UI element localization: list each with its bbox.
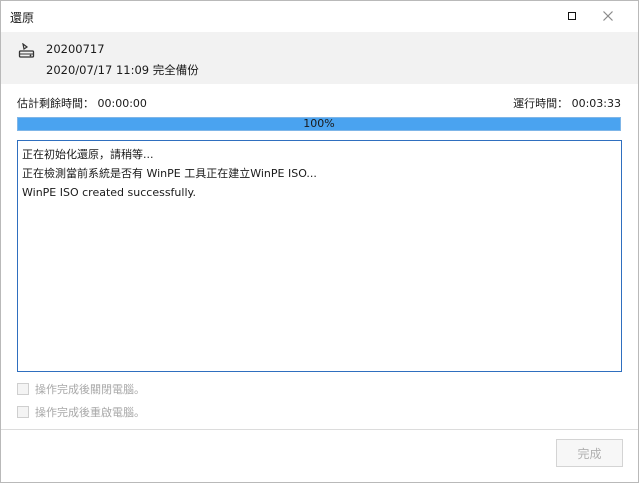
window-title: 還原 bbox=[10, 11, 35, 25]
maximize-button[interactable] bbox=[561, 6, 583, 26]
elapsed-time: 運行時間： 00:03:33 bbox=[513, 95, 621, 111]
restore-dialog: 還原 20200717 2020/07/17 11:09 完全備份 估計剩餘時間… bbox=[0, 0, 639, 483]
log-output[interactable]: 正在初始化還原，請稍等... 正在檢測當前系統是否有 WinPE 工具正在建立W… bbox=[17, 140, 622, 372]
progress-bar: 100% bbox=[17, 117, 621, 131]
close-icon bbox=[603, 11, 613, 21]
title-bar: 還原 bbox=[1, 1, 638, 32]
close-button[interactable] bbox=[597, 6, 619, 26]
estimated-time-value: 00:00:00 bbox=[97, 97, 147, 110]
disk-icon bbox=[18, 43, 35, 58]
restart-option[interactable]: 操作完成後重啟電腦。 bbox=[17, 404, 145, 420]
elapsed-time-value: 00:03:33 bbox=[571, 97, 621, 110]
log-line: 正在初始化還原，請稍等... bbox=[22, 148, 154, 161]
maximize-icon bbox=[568, 12, 576, 20]
log-line: WinPE ISO created successfully. bbox=[22, 186, 196, 199]
finish-button[interactable]: 完成 bbox=[556, 439, 623, 467]
restart-label: 操作完成後重啟電腦。 bbox=[35, 406, 145, 419]
backup-info-bar: 20200717 2020/07/17 11:09 完全備份 bbox=[1, 32, 638, 84]
restart-checkbox[interactable] bbox=[17, 406, 29, 418]
progress-text: 100% bbox=[303, 117, 335, 130]
footer-divider bbox=[1, 429, 638, 430]
shutdown-option[interactable]: 操作完成後關閉電腦。 bbox=[17, 381, 145, 397]
log-line: 正在檢測當前系統是否有 WinPE 工具正在建立WinPE ISO... bbox=[22, 167, 317, 180]
shutdown-checkbox[interactable] bbox=[17, 383, 29, 395]
backup-description: 2020/07/17 11:09 完全備份 bbox=[46, 63, 199, 77]
backup-name: 20200717 bbox=[46, 42, 105, 56]
estimated-time-label: 估計剩餘時間： bbox=[17, 97, 94, 110]
elapsed-time-label: 運行時間： bbox=[513, 97, 569, 110]
shutdown-label: 操作完成後關閉電腦。 bbox=[35, 383, 145, 396]
estimated-time: 估計剩餘時間： 00:00:00 bbox=[17, 95, 147, 111]
